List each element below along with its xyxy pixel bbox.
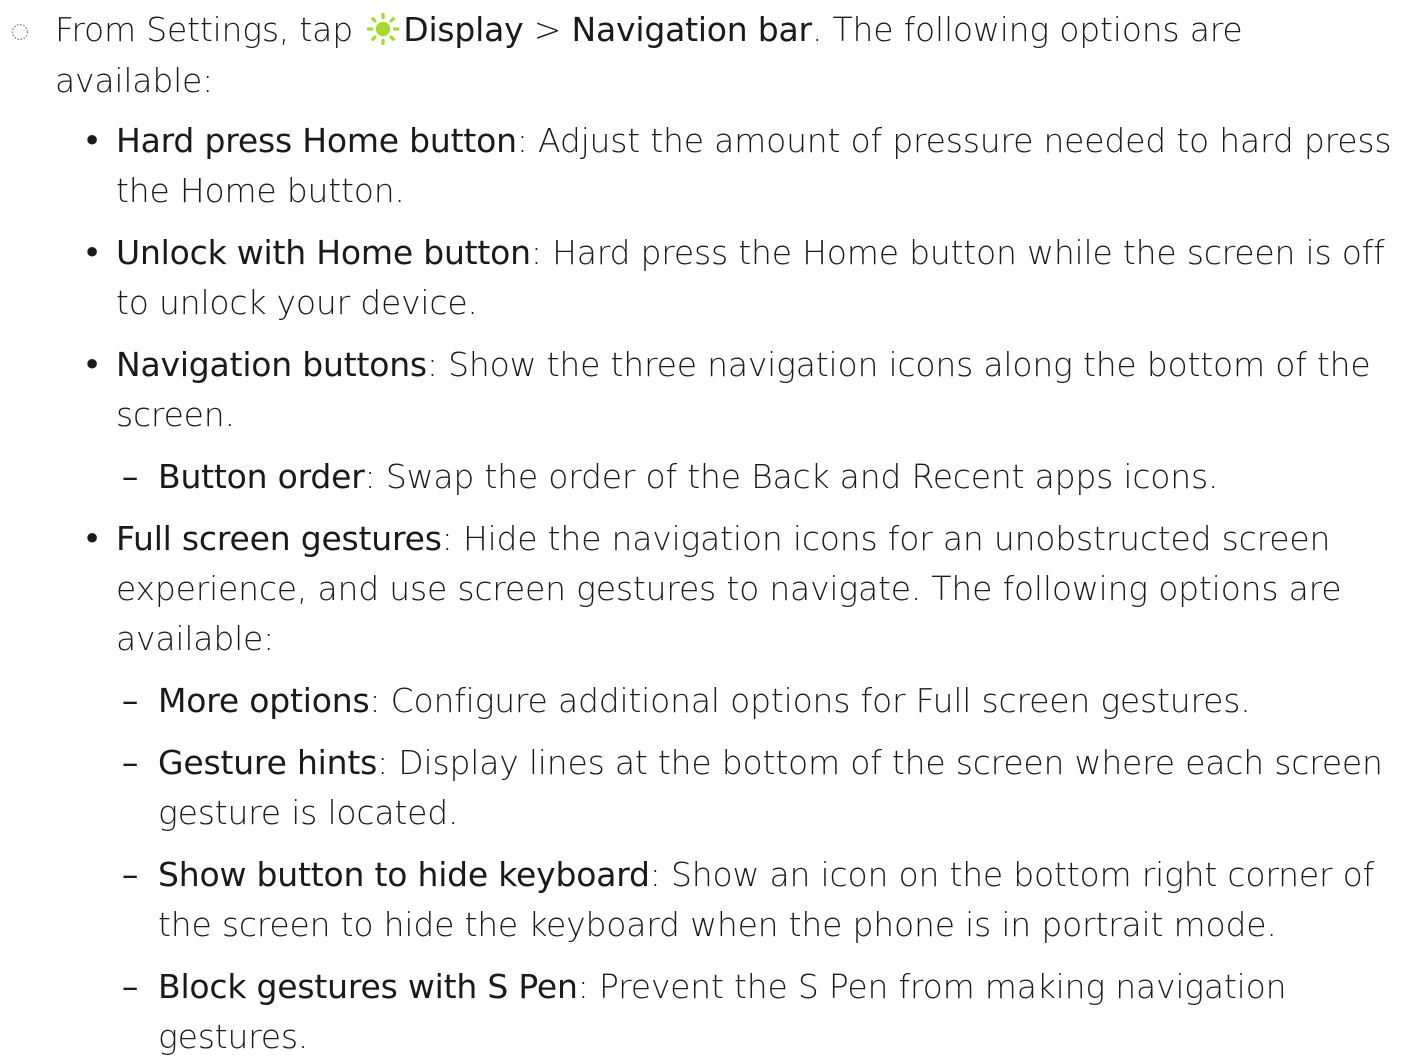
list-item: • Unlock with Home button: Hard press the… [82,228,1406,328]
dash-marker: – [121,855,139,894]
dash-marker: – [121,743,139,782]
document-page: From Settings, tap Display > Navigation … [0,0,1427,1057]
option-term: Navigation buttons [116,345,427,384]
navigation-bar-label: Navigation bar [571,10,813,49]
bullet-marker: • [82,519,102,558]
option-term: Show button to hide keyboard [158,855,650,894]
option-term: Full screen gestures [116,519,442,558]
sub-list-item: – Show button to hide keyboard: Show an i… [122,850,1408,950]
bullet-marker: • [82,121,102,160]
option-term: Button order [158,457,365,496]
list-item: • Full screen gestures: Hide the navigati… [82,514,1406,664]
path-separator: > [523,10,572,49]
sub-list-item: – Gesture hints: Display lines at the bot… [122,738,1408,838]
step-circle-icon [11,23,29,41]
option-term: Unlock with Home button [116,233,531,272]
option-term: Gesture hints [158,743,378,782]
option-term: Block gestures with S Pen [158,967,578,1006]
option-desc: : Swap the order of the Back and Recent … [364,457,1219,496]
option-term: Hard press Home button [116,121,517,160]
bullet-marker: • [82,233,102,272]
step-prefix: From Settings, tap [55,10,364,49]
option-term: More options [158,681,370,720]
bullet-marker: • [82,345,102,384]
display-label: Display [403,10,524,49]
list-item: • Hard press Home button: Adjust the amou… [82,116,1406,216]
sub-list-item: – Block gestures with S Pen: Prevent the … [122,962,1408,1062]
display-sun-icon [367,13,400,45]
dash-marker: – [121,681,139,720]
dash-marker: – [121,457,139,496]
option-desc: : Configure additional options for Full … [369,681,1251,720]
sub-list-item: – Button order: Swap the order of the Bac… [122,452,1408,502]
dash-marker: – [121,967,139,1006]
list-item: • Navigation buttons: Show the three navi… [82,340,1406,440]
sub-list-item: – More options: Configure additional opti… [122,676,1408,726]
step-text: From Settings, tap Display > Navigation … [55,4,1405,106]
